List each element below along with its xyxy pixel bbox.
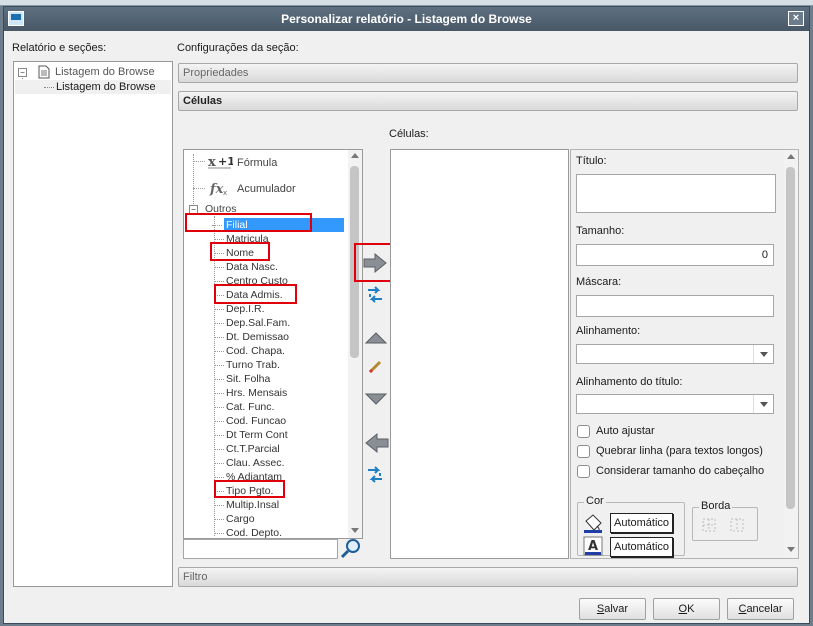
formula-item[interactable]: Fórmula [237,157,277,169]
annotation-box-data-admis [214,284,297,304]
field-item[interactable]: Sit. Folha [213,372,270,386]
field-item[interactable]: Multip.Insal [213,498,279,512]
move-all-icon[interactable] [366,285,384,305]
mascara-field[interactable] [576,295,774,317]
section-config-label: Configurações da seção: [177,42,299,54]
customize-report-dialog: Personalizar relatório - Listagem do Bro… [3,6,810,624]
field-search-input[interactable] [183,539,338,559]
svg-text:A: A [588,539,598,554]
scroll-down-icon[interactable] [787,547,795,552]
document-icon [38,65,50,79]
field-item[interactable]: Cargo [214,512,255,526]
field-item[interactable]: Dt. Demissao [213,330,289,344]
search-icon[interactable] [339,537,363,559]
svg-text:x: x [223,189,227,197]
add-arrow-icon[interactable] [362,252,388,274]
scroll-down-icon[interactable] [351,528,359,533]
cells-list[interactable] [390,149,569,559]
font-color-icon[interactable]: A [583,536,603,556]
properties-scroll-thumb[interactable] [786,167,795,509]
field-item[interactable]: Clau. Assec. [213,456,284,470]
remove-arrow-icon[interactable] [364,432,390,454]
chevron-down-icon[interactable] [753,345,773,363]
fill-color-icon[interactable] [582,513,604,533]
quebrar-linha-label: Quebrar linha (para textos longos) [596,445,763,457]
edit-icon[interactable] [368,359,384,375]
tree-connector-acumulador [193,188,205,189]
accumulator-item[interactable]: Acumulador [237,183,296,195]
cancelar-label: ancelar [746,603,783,615]
field-item[interactable]: Data Nasc. [214,260,278,274]
cor-legend: Cor [584,495,606,507]
alinhamento-label: Alinhamento: [576,325,641,337]
auto-ajustar-checkbox[interactable] [577,425,590,438]
sections-label: Relatório e seções: [12,42,107,54]
field-item[interactable]: Cod. Chapa. [214,344,285,358]
tree-root-label[interactable]: Listagem do Browse [55,66,155,78]
celulas-bar[interactable]: Células [178,91,798,111]
collapse-toggle[interactable]: − [18,68,27,77]
accumulator-icon: fx x [209,182,227,197]
scroll-up-icon[interactable] [787,154,795,159]
move-up-icon[interactable] [364,331,388,345]
mascara-label: Máscara: [576,276,622,288]
alinhamento-titulo-label: Alinhamento do título: [576,376,683,388]
titulo-label: Título: [576,155,607,167]
tree-child-connector [44,87,54,88]
ok-label: K [687,603,695,615]
alinhamento-select[interactable] [576,344,774,364]
field-item[interactable]: Hrs. Mensais [213,386,287,400]
tree-connector-formula [193,161,205,162]
salvar-label: alvar [604,603,629,615]
ok-button[interactable]: OK [653,598,720,620]
borda-group: Borda [692,500,758,541]
chevron-down-icon[interactable] [753,395,773,413]
salvar-button[interactable]: Salvar [579,598,646,620]
borda-legend: Borda [699,500,733,512]
dialog-title: Personalizar relatório - Listagem do Bro… [281,12,532,26]
field-item[interactable]: Dep.Sal.Fam. [213,316,290,330]
annotation-box-tipo-pgto [214,480,285,498]
fill-color-button[interactable]: Automático [610,513,674,533]
border-icon[interactable] [701,517,751,533]
cancelar-button[interactable]: Cancelar [727,598,794,620]
considerar-checkbox[interactable] [577,465,590,478]
field-item[interactable]: Turno Trab. [214,358,280,372]
field-item[interactable]: Cod. Depto. [213,526,282,538]
cor-group: Cor Automático A Automático [577,495,685,557]
tamanho-value: 0 [761,249,768,261]
considerar-label: Considerar tamanho do cabeçalho [596,465,765,477]
filtro-bar[interactable]: Filtro [178,567,798,587]
field-item[interactable]: Ct.T.Parcial [214,442,280,456]
scroll-up-icon[interactable] [351,153,359,158]
tree-child-label[interactable]: Listagem do Browse [56,81,156,93]
swap-icon[interactable] [366,465,384,485]
alinhamento-titulo-select[interactable] [576,394,774,414]
field-item[interactable]: Cod. Funcao [213,414,286,428]
propriedades-bar[interactable]: Propriedades [178,63,798,83]
field-item[interactable]: Dep.I.R. [214,302,265,316]
cells-label: Células: [389,128,429,140]
titulo-field[interactable] [576,174,776,213]
cell-properties-panel: Título: Tamanho: 0 Máscara: Alinhamento:… [570,149,799,559]
annotation-box-nome [210,242,270,261]
formula-icon: x +1 [208,155,233,170]
tamanho-label: Tamanho: [576,225,625,237]
auto-ajustar-label: Auto ajustar [596,425,655,437]
svg-text:fx: fx [209,182,224,197]
tamanho-field[interactable]: 0 [576,244,774,266]
font-color-button[interactable]: Automático [610,537,674,557]
ok-mnemonic: O [678,603,688,615]
close-button[interactable]: × [788,11,804,26]
sections-tree: − Listagem do Browse Listagem do Browse [13,61,173,587]
field-item[interactable]: Dt Term Cont [214,428,288,442]
quebrar-linha-checkbox[interactable] [577,445,590,458]
field-item[interactable]: Cat. Func. [213,400,274,414]
move-down-icon[interactable] [364,392,388,406]
svg-text:+1: +1 [218,155,233,168]
title-bar: Personalizar relatório - Listagem do Bro… [4,7,809,31]
annotation-box-filial [185,213,312,232]
